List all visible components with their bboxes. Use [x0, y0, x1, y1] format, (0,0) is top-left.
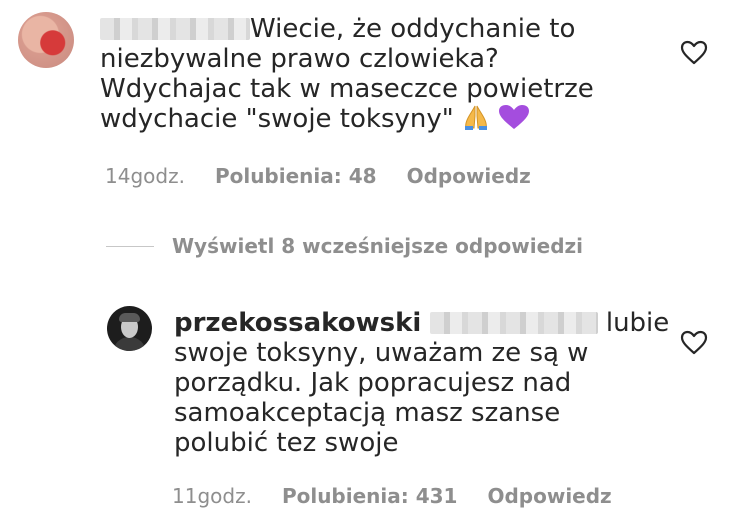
reply-button[interactable]: Odpowiedz	[407, 164, 531, 188]
heart-outline-icon[interactable]	[680, 330, 708, 356]
reply-meta: 11godz. Polubienia: 431 Odpowiedz	[172, 484, 612, 508]
purple-heart-emoji	[498, 104, 530, 130]
comment-line: samoakceptacją masz szanse	[174, 398, 561, 428]
view-previous-replies-button[interactable]: Wyświetl 8 wcześniejsze odpowiedzi	[106, 234, 583, 258]
view-replies-label: Wyświetl 8 wcześniejsze odpowiedzi	[172, 234, 584, 258]
comment-line: Wdychajac tak w maseczce powietrze	[100, 74, 594, 104]
reply-text: przekossakowski lubie swoje toksyny, uwa…	[174, 308, 669, 458]
comment-text: Wiecie, że oddychanie to niezbywalne pra…	[100, 14, 620, 134]
avatar-blurred[interactable]	[18, 12, 74, 68]
avatar-przekossakowski[interactable]	[107, 306, 152, 351]
reply-button[interactable]: Odpowiedz	[487, 484, 611, 508]
blurred-mention[interactable]	[429, 312, 598, 334]
comment-meta: 14godz. Polubienia: 48 Odpowiedz	[105, 164, 531, 188]
comment-time: 14godz.	[105, 164, 185, 188]
comment-line: niezbywalne prawo czlowieka?	[100, 44, 499, 74]
likes-count-link[interactable]: Polubienia: 48	[215, 164, 377, 188]
folded-hands-emoji	[462, 104, 490, 130]
comment-line: Wiecie, że oddychanie to	[250, 14, 576, 44]
username-link[interactable]: przekossakowski	[174, 308, 421, 338]
comment-line: porządku. Jak popracujesz nad	[174, 368, 572, 398]
likes-count-link[interactable]: Polubienia: 431	[282, 484, 458, 508]
comment-line: polubić tez swoje	[174, 428, 399, 458]
divider	[106, 245, 154, 247]
comment-line: swoje toksyny, uważam ze są w	[174, 338, 589, 368]
comment-line: wdychacie "swoje toksyny"	[100, 104, 454, 134]
comment-line: lubie	[605, 308, 670, 338]
comment-time: 11godz.	[172, 484, 252, 508]
blurred-username[interactable]	[100, 18, 250, 40]
heart-outline-icon[interactable]	[680, 40, 708, 66]
